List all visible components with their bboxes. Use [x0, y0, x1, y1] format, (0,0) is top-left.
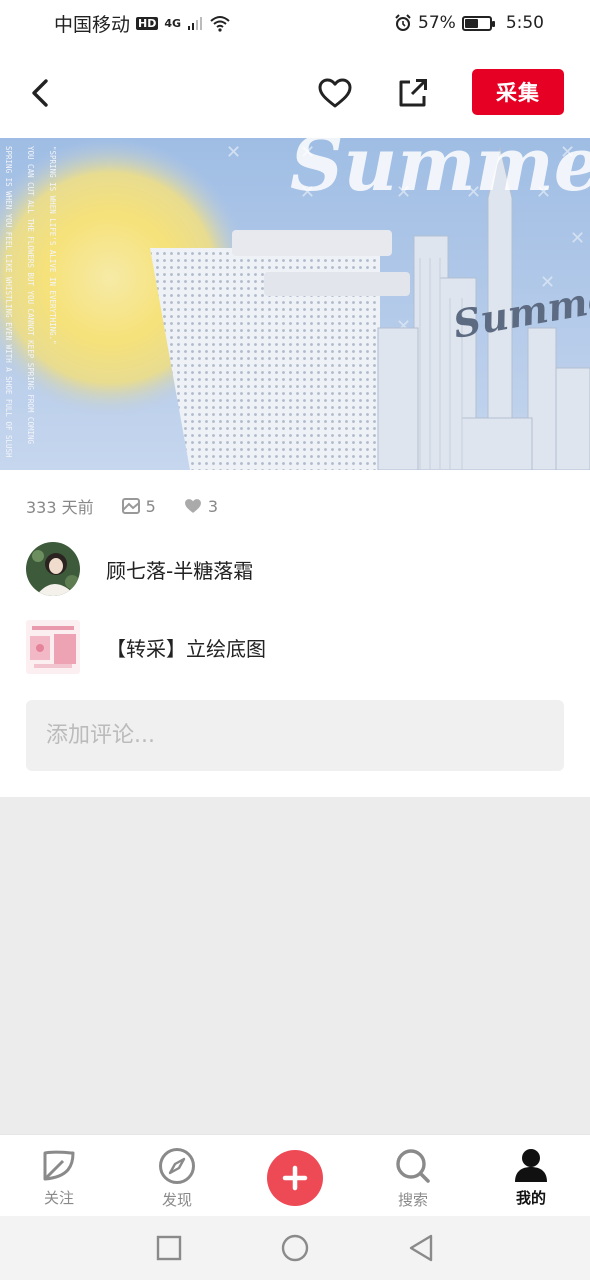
hero-quote-2: YOU CAN CUT ALL THE FLOWERS BUT YOU CANN…: [26, 146, 35, 444]
battery-percent: 57%: [418, 13, 456, 33]
hd-badge: HD: [136, 16, 159, 30]
carrier-label: 中国移动: [54, 13, 131, 36]
square-icon: [156, 1235, 182, 1261]
person-icon: [515, 1149, 547, 1182]
system-nav-bar: [0, 1216, 590, 1280]
battery-fill: [464, 18, 479, 28]
recents-button[interactable]: [153, 1232, 185, 1264]
back-nav-button[interactable]: [405, 1232, 437, 1264]
alarm-icon: [395, 14, 411, 31]
tab-profile[interactable]: 我的: [486, 1135, 576, 1217]
compass-icon: [159, 1148, 195, 1184]
signal-icon: [188, 17, 203, 30]
time-ago-label: 333 天前: [26, 498, 94, 517]
add-button[interactable]: [267, 1150, 323, 1206]
tab-discover[interactable]: 发现: [132, 1135, 222, 1217]
user-name[interactable]: 顾七落-半糖落霜: [106, 555, 253, 584]
time-ago: 333 天前: [26, 494, 94, 518]
content-background: [0, 797, 590, 1134]
leaf-icon: [43, 1150, 75, 1181]
top-bar: 采集: [0, 46, 590, 138]
status-bar: 中国移动 HD 4G 57% 5:50: [0, 0, 590, 46]
hero-quote-1: "SPRING IS WHEN LIFE'S ALIVE IN EVERYTHI…: [48, 146, 57, 345]
comment-input[interactable]: [26, 700, 564, 771]
wifi-icon: [210, 16, 230, 32]
battery-icon: [461, 15, 495, 31]
pin-meta: 333 天前 5 3: [26, 492, 246, 520]
home-button[interactable]: [279, 1232, 311, 1264]
svg-text:✕: ✕: [570, 228, 585, 249]
collect-button[interactable]: 采集: [472, 69, 564, 115]
tab-discover-label: 发现: [161, 1191, 192, 1209]
back-button[interactable]: [20, 70, 60, 116]
share-icon: [399, 79, 427, 107]
hero-quote-3: SPRING IS WHEN YOU FEEL LIKE WHISTLING E…: [4, 146, 13, 458]
repin-icon: [121, 498, 140, 514]
repin-count: 5: [121, 496, 156, 516]
tab-follow-label: 关注: [43, 1189, 74, 1207]
heart-icon: [318, 78, 352, 108]
tab-follow[interactable]: 关注: [14, 1135, 104, 1217]
circle-icon: [281, 1234, 309, 1262]
clock: 5:50: [505, 13, 544, 33]
triangle-back-icon: [409, 1234, 433, 1262]
pin-author[interactable]: 顾七落-半糖落霜: [26, 542, 253, 596]
repin-count-label: 5: [145, 496, 156, 516]
status-right: 57% 5:50: [394, 13, 544, 33]
board-name[interactable]: 【转采】立绘底图: [106, 633, 266, 662]
pin-image[interactable]: ✕✕✕✕✕✕✕✕✕✕✕✕ Summer Summer "SPRING IS WH…: [0, 138, 590, 470]
like-count-label: 3: [207, 496, 219, 516]
plus-icon: [282, 1165, 308, 1191]
status-left: 中国移动 HD 4G: [54, 10, 231, 37]
tab-search-label: 搜索: [397, 1191, 428, 1209]
tab-profile-label: 我的: [515, 1189, 546, 1207]
board-thumbnail[interactable]: [26, 620, 80, 674]
share-button[interactable]: [392, 72, 434, 114]
search-icon: [396, 1149, 430, 1183]
svg-text:✕: ✕: [226, 142, 241, 163]
tab-search[interactable]: 搜索: [368, 1135, 458, 1217]
network-type: 4G: [164, 16, 182, 30]
like-count: 3: [184, 497, 218, 516]
pin-board[interactable]: 【转采】立绘底图: [26, 620, 266, 674]
like-button[interactable]: [314, 72, 356, 114]
bottom-tab-bar: 关注 发现 搜索 我的: [0, 1134, 590, 1216]
hero-title-large: Summer: [290, 138, 590, 208]
pin-image-art: ✕✕✕✕✕✕✕✕✕✕✕✕ Summer Summer "SPRING IS WH…: [0, 138, 590, 470]
avatar[interactable]: [26, 542, 80, 596]
chevron-left-icon: [32, 79, 48, 107]
heart-filled-icon: [184, 499, 201, 513]
